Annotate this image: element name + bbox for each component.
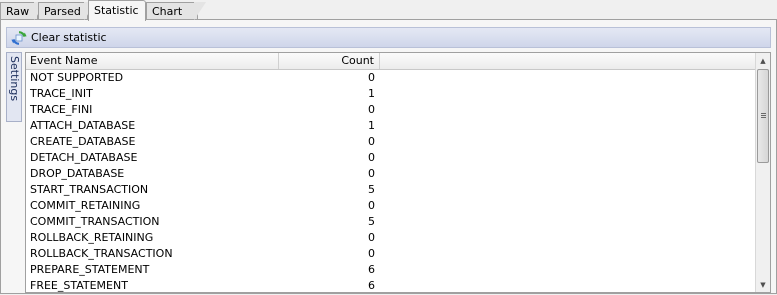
event-name-cell: TRACE_FINI — [30, 103, 93, 116]
tab-raw[interactable]: Raw — [0, 2, 46, 20]
count-cell: 5 — [368, 215, 375, 228]
grip-line — [761, 113, 766, 114]
grid-header: Event Name Count — [26, 53, 755, 70]
tab-parsed[interactable]: Parsed — [38, 2, 96, 20]
column-header-event-name[interactable]: Event Name — [26, 53, 279, 69]
table-row[interactable]: ATTACH_DATABASE 1 — [26, 118, 755, 134]
table-row[interactable]: PREPARE_STATEMENT 6 — [26, 262, 755, 278]
table-row[interactable]: CREATE_DATABASE 0 — [26, 134, 755, 150]
settings-side-tab[interactable]: Settings — [6, 52, 22, 122]
column-header-count[interactable]: Count — [279, 53, 380, 69]
grip-line — [761, 115, 766, 116]
count-cell: 0 — [368, 167, 375, 180]
tab-strip: Raw Parsed Statistic Chart — [0, 0, 777, 21]
table-row[interactable]: TRACE_INIT 1 — [26, 86, 755, 102]
count-cell: 0 — [368, 199, 375, 212]
table-row[interactable]: ROLLBACK_RETAINING 0 — [26, 230, 755, 246]
table-row[interactable]: COMMIT_RETAINING 0 — [26, 198, 755, 214]
event-name-cell: PREPARE_STATEMENT — [30, 263, 150, 276]
table-row[interactable]: FREE_STATEMENT 6 — [26, 278, 755, 292]
clear-statistic-button[interactable]: Clear statistic — [11, 29, 111, 46]
tab-chart-label: Chart — [152, 5, 183, 18]
count-cell: 0 — [368, 151, 375, 164]
scrollbar-thumb[interactable] — [757, 69, 769, 163]
settings-label: Settings — [8, 56, 21, 102]
statistic-grid: Event Name Count NOT SUPPORTED 0 TRACE_IN… — [25, 52, 771, 293]
toolbar: Clear statistic — [6, 27, 771, 48]
event-name-cell: TRACE_INIT — [30, 87, 93, 100]
tab-parsed-label: Parsed — [44, 5, 81, 18]
table-row[interactable]: COMMIT_TRANSACTION 5 — [26, 214, 755, 230]
count-cell: 5 — [368, 183, 375, 196]
event-name-cell: CREATE_DATABASE — [30, 135, 136, 148]
count-cell: 1 — [368, 119, 375, 132]
count-cell: 0 — [368, 247, 375, 260]
statistic-panel: Clear statistic Settings Event Name Coun… — [0, 20, 777, 294]
refresh-icon — [11, 30, 27, 46]
tab-raw-label: Raw — [6, 5, 30, 18]
scroll-up-arrow-icon[interactable]: ▲ — [756, 53, 770, 68]
table-row[interactable]: TRACE_FINI 0 — [26, 102, 755, 118]
tab-statistic[interactable]: Statistic — [88, 0, 146, 21]
event-name-cell: ROLLBACK_RETAINING — [30, 231, 154, 244]
count-cell: 0 — [368, 135, 375, 148]
count-cell: 6 — [368, 263, 375, 276]
event-name-cell: FREE_STATEMENT — [30, 279, 128, 292]
count-cell: 1 — [368, 87, 375, 100]
table-row[interactable]: DROP_DATABASE 0 — [26, 166, 755, 182]
scroll-down-arrow-icon[interactable]: ▼ — [756, 277, 770, 292]
grid-rows: NOT SUPPORTED 0 TRACE_INIT 1 TRACE_FINI 0 A… — [26, 70, 755, 292]
event-name-cell: DROP_DATABASE — [30, 167, 125, 180]
clear-statistic-label: Clear statistic — [31, 31, 107, 44]
event-name-cell: ATTACH_DATABASE — [30, 119, 136, 132]
table-row[interactable]: START_TRANSACTION 5 — [26, 182, 755, 198]
grip-line — [761, 117, 766, 118]
count-cell: 6 — [368, 279, 375, 292]
event-name-cell: COMMIT_RETAINING — [30, 199, 141, 212]
event-name-cell: START_TRANSACTION — [30, 183, 149, 196]
event-name-cell: DETACH_DATABASE — [30, 151, 138, 164]
table-row[interactable]: DETACH_DATABASE 0 — [26, 150, 755, 166]
tab-statistic-label: Statistic — [94, 4, 139, 17]
count-cell: 0 — [368, 71, 375, 84]
table-row[interactable]: NOT SUPPORTED 0 — [26, 70, 755, 86]
vertical-scrollbar[interactable]: ▲ ▼ — [755, 53, 770, 292]
count-cell: 0 — [368, 231, 375, 244]
event-name-cell: COMMIT_TRANSACTION — [30, 215, 160, 228]
count-cell: 0 — [368, 103, 375, 116]
tab-chart[interactable]: Chart — [146, 2, 206, 20]
event-name-cell: NOT SUPPORTED — [30, 71, 124, 84]
table-row[interactable]: ROLLBACK_TRANSACTION 0 — [26, 246, 755, 262]
event-name-cell: ROLLBACK_TRANSACTION — [30, 247, 173, 260]
